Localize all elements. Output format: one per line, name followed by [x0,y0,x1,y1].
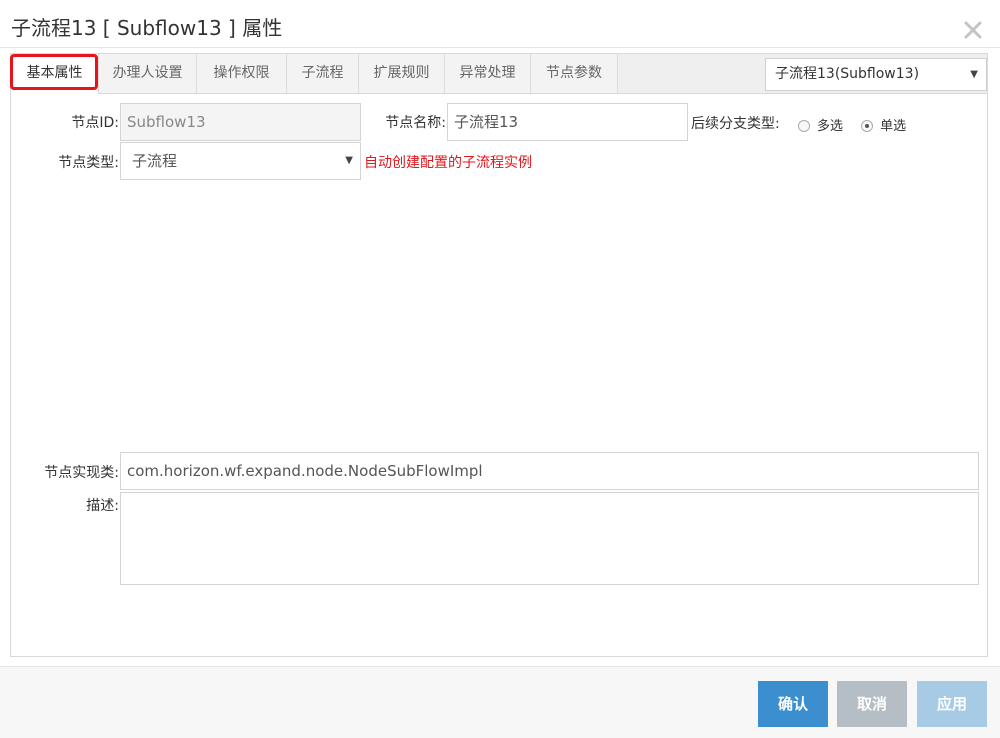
tab-subflow[interactable]: 子流程 [287,54,359,93]
dialog-title: 子流程13 [ Subflow13 ] 属性 [11,16,283,40]
node-id-field[interactable]: Subflow13 [120,103,361,141]
node-type-hint: 自动创建配置的子流程实例 [364,155,532,171]
tab-label: 异常处理 [459,65,516,81]
radio-unchecked-icon [798,120,810,132]
node-select-value: 子流程13(Subflow13) [775,66,920,82]
branch-type-label: 后续分支类型: [691,116,780,132]
tab-bar: 基本属性 办理人设置 操作权限 子流程 扩展规则 异常处理 节点参数 子流程13… [10,54,987,94]
dialog-footer: 确认 取消 应用 [0,666,1000,738]
impl-class-field[interactable]: com.horizon.wf.expand.node.NodeSubFlowIm… [120,452,979,490]
tab-operation-permissions[interactable]: 操作权限 [197,54,287,93]
dialog-titlebar: 子流程13 [ Subflow13 ] 属性 [0,0,1000,48]
impl-class-label: 节点实现类: [44,465,119,481]
tab-exception-handling[interactable]: 异常处理 [445,54,531,93]
properties-panel: 基本属性 办理人设置 操作权限 子流程 扩展规则 异常处理 节点参数 子流程13… [10,53,988,657]
chevron-down-icon: ▼ [970,69,978,80]
node-id-label: 节点ID: [71,115,119,131]
properties-dialog: 子流程13 [ Subflow13 ] 属性 基本属性 办理人设置 操作权限 子… [0,0,1000,738]
node-type-label: 节点类型: [58,155,119,171]
tab-node-parameters[interactable]: 节点参数 [531,54,618,93]
node-type-select[interactable]: 子流程 ▼ [120,142,361,180]
tab-label: 基本属性 [26,65,83,81]
tab-extension-rules[interactable]: 扩展规则 [359,54,445,93]
branch-single-option[interactable]: 单选 [861,115,906,134]
branch-single-label: 单选 [880,119,907,134]
node-name-label: 节点名称: [385,115,446,131]
node-name-field[interactable]: 子流程13 [447,103,688,141]
tab-basic-properties[interactable]: 基本属性 [10,54,99,94]
branch-multi-option[interactable]: 多选 [798,115,843,134]
apply-button[interactable]: 应用 [917,681,987,727]
tab-label: 扩展规则 [373,65,430,81]
chevron-down-icon: ▼ [345,155,353,166]
cancel-button[interactable]: 取消 [837,681,907,727]
tab-label: 子流程 [301,65,344,81]
branch-multi-label: 多选 [817,119,844,134]
branch-type-radio-group: 多选 单选 [798,115,920,134]
tab-label: 办理人设置 [112,65,183,81]
description-label: 描述: [86,498,119,514]
node-select-dropdown[interactable]: 子流程13(Subflow13) ▼ [765,58,987,91]
node-type-value: 子流程 [132,152,178,170]
description-textarea[interactable] [120,492,979,585]
confirm-button[interactable]: 确认 [758,681,828,727]
tab-label: 操作权限 [213,65,270,81]
tab-handler-settings[interactable]: 办理人设置 [99,54,197,93]
radio-checked-icon [861,120,874,132]
close-icon[interactable] [962,19,984,41]
tab-label: 节点参数 [546,65,602,81]
